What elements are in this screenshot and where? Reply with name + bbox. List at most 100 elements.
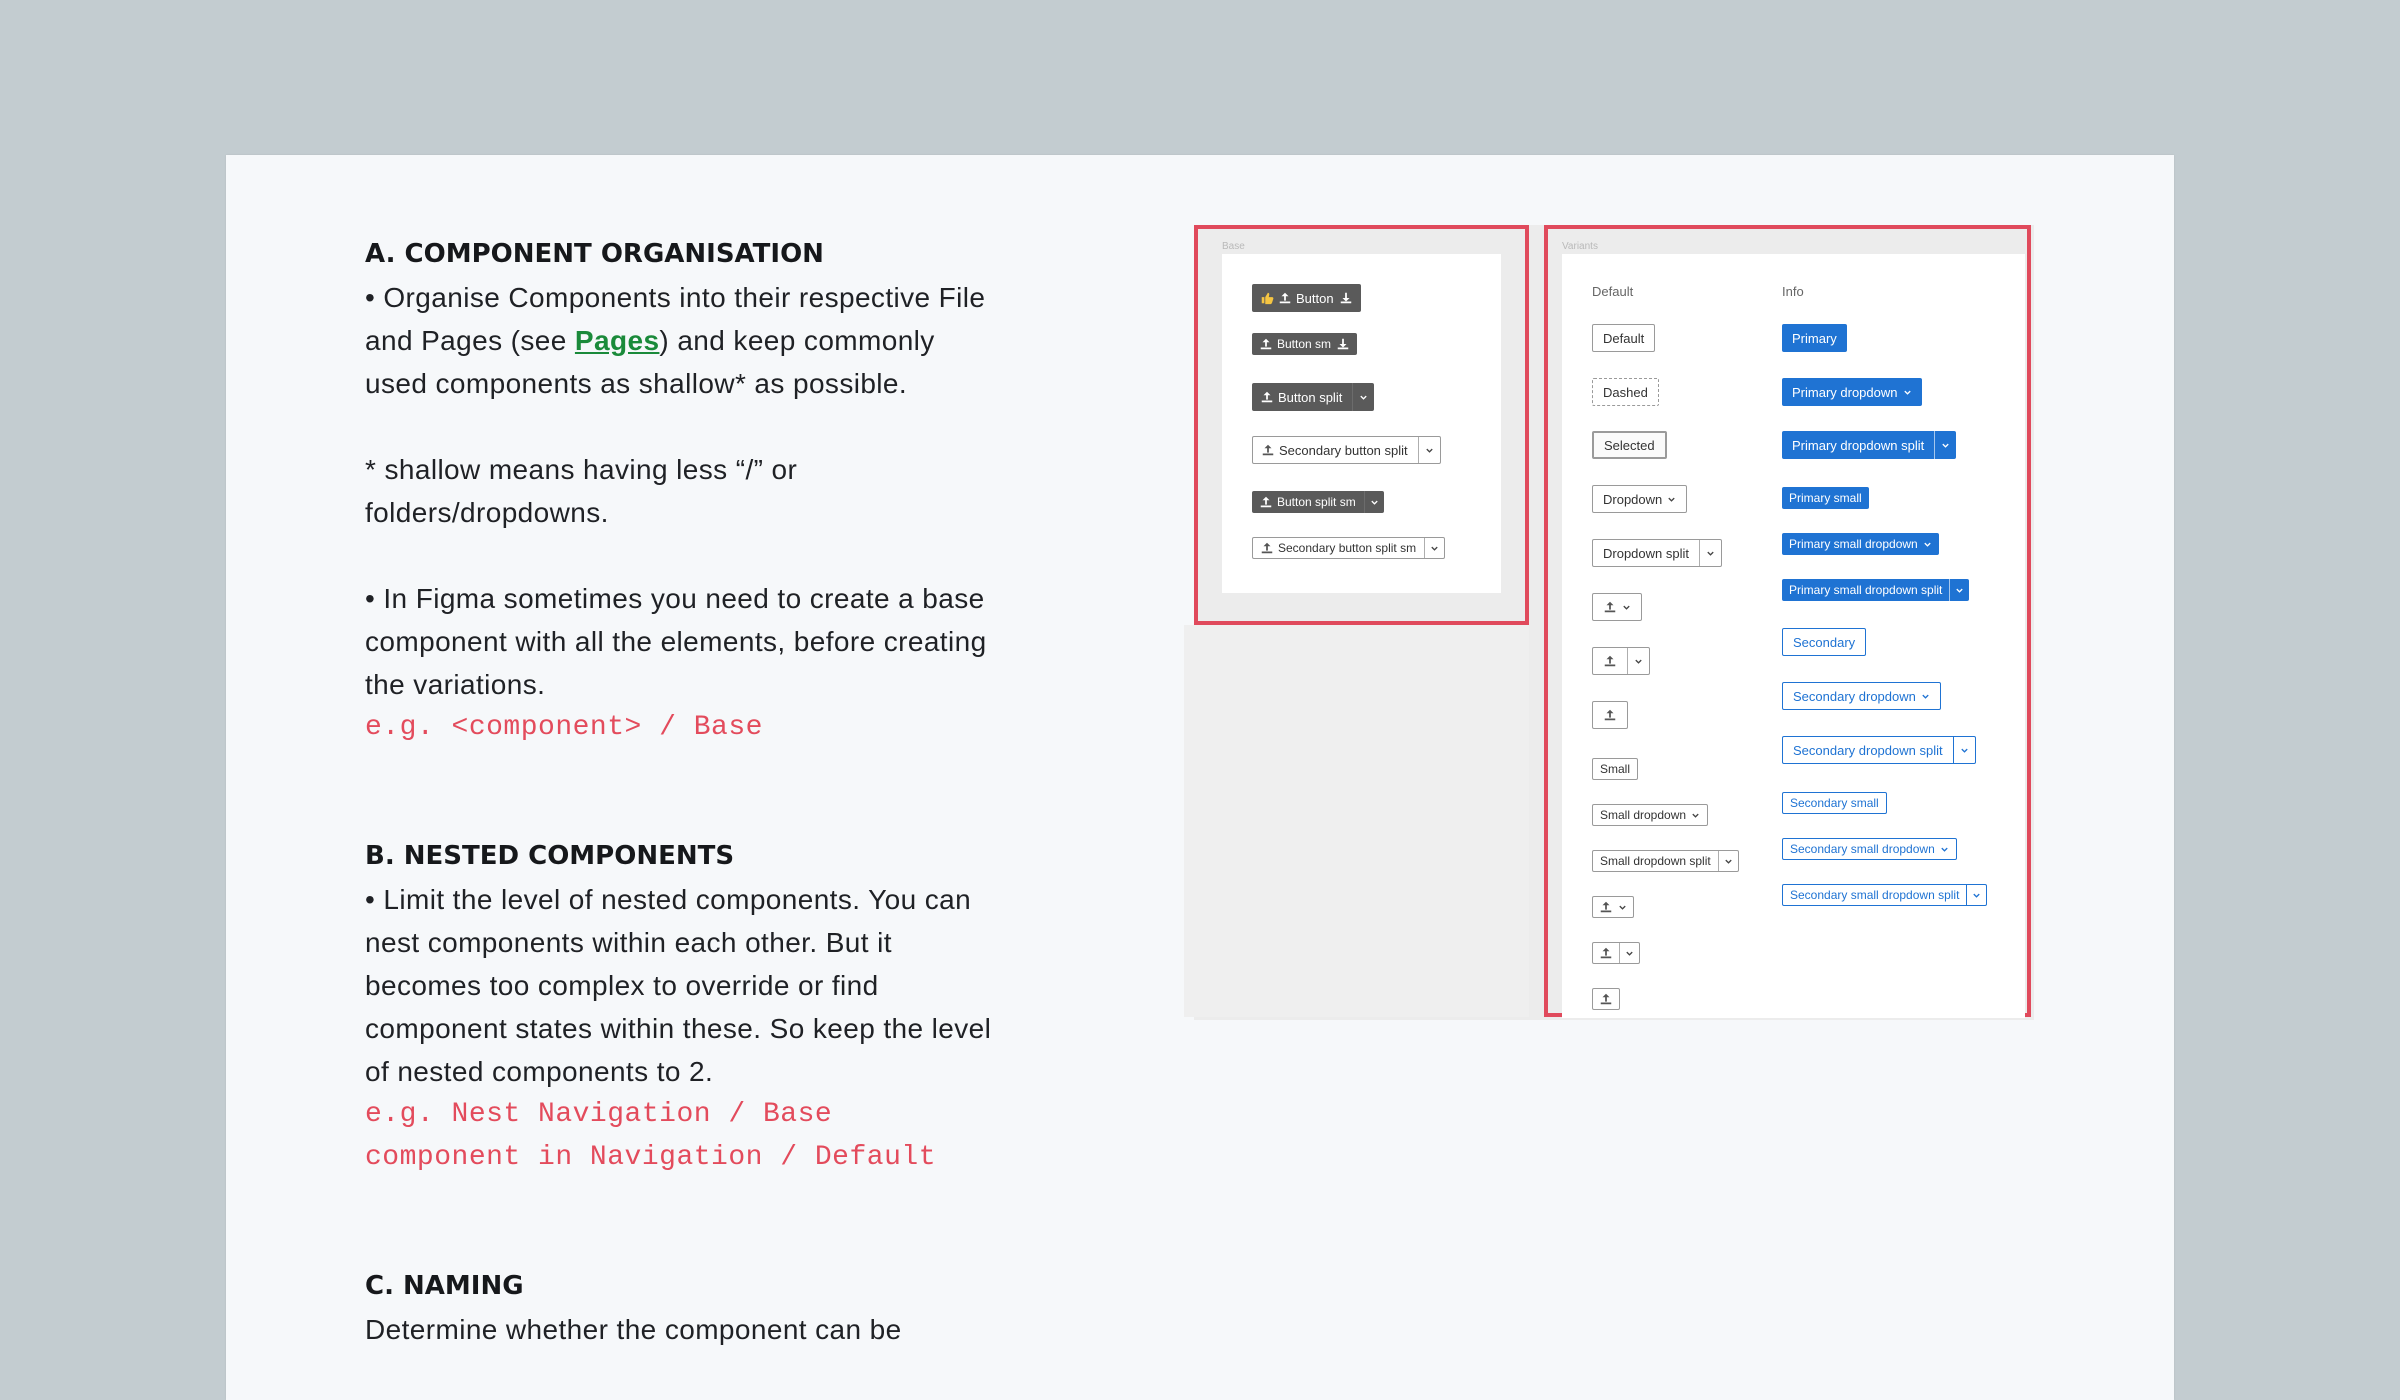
- guidelines-text: A. COMPONENT ORGANISATION • Organise Com…: [365, 233, 1005, 1351]
- small-icon-dropdown-button[interactable]: [1592, 896, 1634, 918]
- split-toggle[interactable]: [1934, 431, 1956, 459]
- primary-small-button[interactable]: Primary small: [1782, 487, 1869, 509]
- secondary-small-dropdown-button[interactable]: Secondary small dropdown: [1782, 838, 1957, 860]
- button-label: Secondary small dropdown: [1790, 842, 1935, 856]
- section-a-paragraph-2: * shallow means having less “/” or folde…: [365, 454, 798, 528]
- chevron-down-icon: [1960, 748, 1968, 753]
- chevron-down-icon: [1725, 859, 1732, 864]
- split-toggle[interactable]: [1966, 885, 1986, 905]
- selected-button[interactable]: Selected: [1592, 431, 1667, 459]
- chevron-down-icon: [1707, 551, 1714, 556]
- small-icon-split-button[interactable]: [1592, 942, 1640, 964]
- small-dropdown-split-button[interactable]: Small dropdown split: [1592, 850, 1739, 872]
- section-b-paragraph-1: • Limit the level of nested components. …: [365, 884, 992, 1087]
- split-toggle[interactable]: [1627, 648, 1649, 674]
- upload-icon: [1261, 391, 1273, 403]
- section-c-paragraph-1: Determine whether the component can be: [365, 1314, 902, 1345]
- upload-icon: [1604, 709, 1616, 721]
- chevron-down-icon: [1623, 605, 1630, 610]
- dropdown-button[interactable]: Dropdown: [1592, 485, 1688, 513]
- chevron-down-icon: [1903, 390, 1911, 395]
- split-toggle[interactable]: [1417, 437, 1440, 463]
- chevron-down-icon: [1668, 497, 1675, 502]
- button-label: Secondary button split: [1279, 442, 1408, 458]
- base-button-split-sm[interactable]: Button split sm: [1252, 491, 1384, 513]
- button-label: Small dropdown: [1600, 808, 1687, 822]
- small-icon-button[interactable]: [1592, 988, 1620, 1010]
- split-toggle[interactable]: [1352, 383, 1374, 411]
- button-label: Primary: [1792, 330, 1837, 346]
- pages-link[interactable]: Pages: [575, 325, 660, 356]
- chevron-down-icon: [1626, 951, 1633, 956]
- base-button-split[interactable]: Button split: [1252, 383, 1375, 411]
- base-button-sm[interactable]: Button sm: [1252, 333, 1358, 355]
- primary-small-dropdown-split-button[interactable]: Primary small dropdown split: [1782, 579, 1970, 601]
- section-a-heading: A. COMPONENT ORGANISATION: [365, 239, 824, 269]
- dashed-button[interactable]: Dashed: [1592, 378, 1659, 406]
- upload-icon: [1600, 947, 1612, 959]
- small-button[interactable]: Small: [1592, 758, 1639, 780]
- split-toggle[interactable]: [1952, 737, 1975, 763]
- button-label: Dropdown split: [1603, 545, 1689, 561]
- button-label: Primary dropdown: [1792, 384, 1898, 400]
- components-figure: Base Button Button sm Button split Secon…: [1184, 225, 2034, 1020]
- dropdown-split-button[interactable]: Dropdown split: [1592, 539, 1722, 567]
- chevron-down-icon: [1973, 893, 1981, 898]
- variants-frame-tag: Variants: [1562, 241, 1598, 252]
- base-frame: Base Button Button sm Button split Secon…: [1194, 225, 1529, 625]
- button-label: Button split: [1278, 389, 1343, 405]
- chevron-down-icon: [1425, 448, 1433, 453]
- secondary-dropdown-button[interactable]: Secondary dropdown: [1782, 682, 1941, 710]
- button-label: Secondary dropdown split: [1793, 742, 1943, 758]
- icon-split-button[interactable]: [1592, 647, 1650, 675]
- secondary-dropdown-split-button[interactable]: Secondary dropdown split: [1782, 736, 1976, 764]
- button-label: Secondary small dropdown split: [1790, 888, 1960, 902]
- primary-small-dropdown-button[interactable]: Primary small dropdown: [1782, 533, 1939, 555]
- upload-icon: [1604, 655, 1616, 667]
- icon-button[interactable]: [1592, 701, 1628, 729]
- upload-icon: [1262, 444, 1274, 456]
- section-a-paragraph-3: • In Figma sometimes you need to create …: [365, 583, 987, 700]
- button-label: Default: [1603, 330, 1645, 346]
- primary-button[interactable]: Primary: [1782, 324, 1847, 352]
- button-label: Secondary small: [1790, 796, 1879, 810]
- upload-icon: [1604, 601, 1616, 613]
- download-icon: [1337, 338, 1349, 350]
- chevron-down-icon: [1635, 659, 1642, 664]
- button-label: Primary small dropdown split: [1789, 583, 1943, 597]
- chevron-down-icon: [1619, 905, 1626, 910]
- primary-dropdown-button[interactable]: Primary dropdown: [1782, 378, 1922, 406]
- base-frame-tag: Base: [1222, 241, 1245, 252]
- chevron-down-icon: [1922, 694, 1929, 699]
- split-toggle[interactable]: [1363, 491, 1384, 513]
- section-c-heading: C. NAMING: [365, 1271, 524, 1301]
- chevron-down-icon: [1371, 500, 1378, 505]
- upload-icon: [1600, 993, 1612, 1005]
- base-secondary-button-split[interactable]: Secondary button split: [1252, 436, 1441, 464]
- primary-dropdown-split-button[interactable]: Primary dropdown split: [1782, 431, 1957, 459]
- document-page: A. COMPONENT ORGANISATION • Organise Com…: [226, 155, 2174, 1400]
- split-toggle[interactable]: [1949, 579, 1969, 601]
- chevron-down-icon: [1941, 847, 1948, 852]
- info-column-header: Info: [1782, 284, 1804, 299]
- base-button[interactable]: Button: [1252, 284, 1361, 312]
- secondary-button[interactable]: Secondary: [1782, 628, 1867, 656]
- upload-icon: [1261, 542, 1273, 554]
- upload-icon: [1279, 292, 1291, 304]
- secondary-small-dropdown-split-button[interactable]: Secondary small dropdown split: [1782, 884, 1988, 906]
- split-toggle[interactable]: [1424, 538, 1444, 558]
- base-secondary-button-split-sm[interactable]: Secondary button split sm: [1252, 537, 1446, 559]
- default-button[interactable]: Default: [1592, 324, 1656, 352]
- split-toggle[interactable]: [1717, 851, 1738, 871]
- split-toggle[interactable]: [1699, 540, 1721, 566]
- secondary-small-button[interactable]: Secondary small: [1782, 792, 1887, 814]
- icon-dropdown-button[interactable]: [1592, 593, 1642, 621]
- canvas-background: [1184, 625, 1529, 1017]
- button-label: Button split sm: [1277, 495, 1356, 509]
- split-toggle[interactable]: [1619, 943, 1639, 963]
- button-label: Secondary: [1793, 634, 1856, 650]
- small-dropdown-button[interactable]: Small dropdown: [1592, 804, 1709, 826]
- section-a-example: e.g. <component> / Base: [365, 712, 763, 743]
